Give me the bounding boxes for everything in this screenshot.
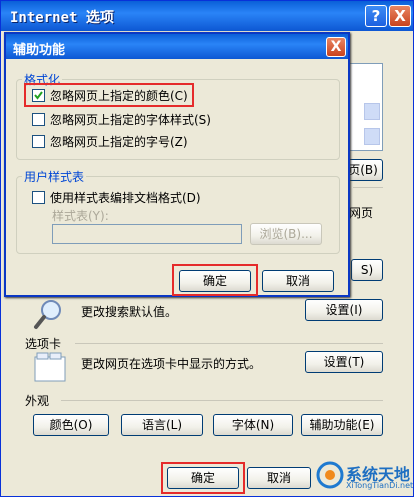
stylesheet-input[interactable] [52, 224, 242, 244]
dialog-title-bar[interactable]: 辅助功能 X [6, 34, 348, 59]
tabs-settings-button[interactable]: 设置(T) [305, 351, 383, 373]
separator [61, 400, 383, 401]
languages-button[interactable]: 语言(L) [121, 414, 203, 436]
dialog-ok-button[interactable]: 确定 [179, 270, 251, 292]
dialog-title: 辅助功能 [13, 43, 66, 58]
help-button[interactable]: ? [365, 5, 387, 27]
scroll-down-button[interactable] [364, 128, 380, 145]
accessibility-dialog: 辅助功能 X 格式化 忽略网页上指定的颜色(C) 忽略网页上指定的字体样式(S)… [4, 32, 350, 297]
ignore-font-sizes-checkbox[interactable] [32, 135, 45, 148]
ignore-colors-checkbox[interactable] [32, 89, 45, 102]
ignore-colors-label[interactable]: 忽略网页上指定的颜色(C) [50, 87, 188, 104]
use-stylesheet-label[interactable]: 使用样式表编排文档格式(D) [50, 189, 201, 206]
main-ok-button[interactable]: 确定 [167, 467, 239, 489]
scroll-up-button[interactable] [364, 103, 380, 120]
dialog-cancel-button[interactable]: 取消 [262, 270, 334, 292]
main-cancel-button[interactable]: 取消 [247, 467, 311, 489]
separator [75, 343, 383, 344]
settings-s-button[interactable]: S) [351, 259, 383, 281]
ignore-font-styles-checkbox[interactable] [32, 113, 45, 126]
tabs-section-label: 选项卡 [25, 337, 62, 351]
separator [353, 187, 383, 188]
tabs-description: 更改网页在选项卡中显示的方式。 [81, 357, 262, 371]
watermark-sub: XiTongTianDi.net [346, 481, 414, 490]
window-title-bar[interactable]: Internet 选项 ? X [1, 1, 413, 31]
ignore-font-sizes-label[interactable]: 忽略网页上指定的字号(Z) [50, 133, 188, 150]
accessibility-button[interactable]: 辅助功能(E) [301, 414, 383, 436]
browse-button[interactable]: 浏览(B)... [250, 223, 322, 245]
dialog-close-button[interactable]: X [326, 37, 346, 57]
window-close-button[interactable]: X [389, 5, 411, 27]
tabs-icon [33, 351, 67, 385]
user-stylesheet-group-title: 用户样式表 [22, 168, 87, 185]
stylesheet-label: 样式表(Y): [52, 209, 109, 223]
appearance-section-label: 外观 [25, 394, 50, 408]
search-settings-button[interactable]: 设置(I) [305, 299, 383, 321]
use-stylesheet-checkbox[interactable] [32, 191, 45, 204]
right-text: 网页 [349, 206, 374, 220]
watermark-logo: 系统天地 XiTongTianDi.net [316, 455, 414, 497]
colors-button[interactable]: 颜色(O) [33, 414, 109, 436]
search-description: 更改搜索默认值。 [81, 305, 178, 319]
ignore-font-styles-label[interactable]: 忽略网页上指定的字体样式(S) [50, 111, 211, 128]
fonts-button[interactable]: 字体(N) [213, 414, 293, 436]
window-title: Internet 选项 [10, 10, 114, 26]
search-icon [31, 297, 67, 333]
